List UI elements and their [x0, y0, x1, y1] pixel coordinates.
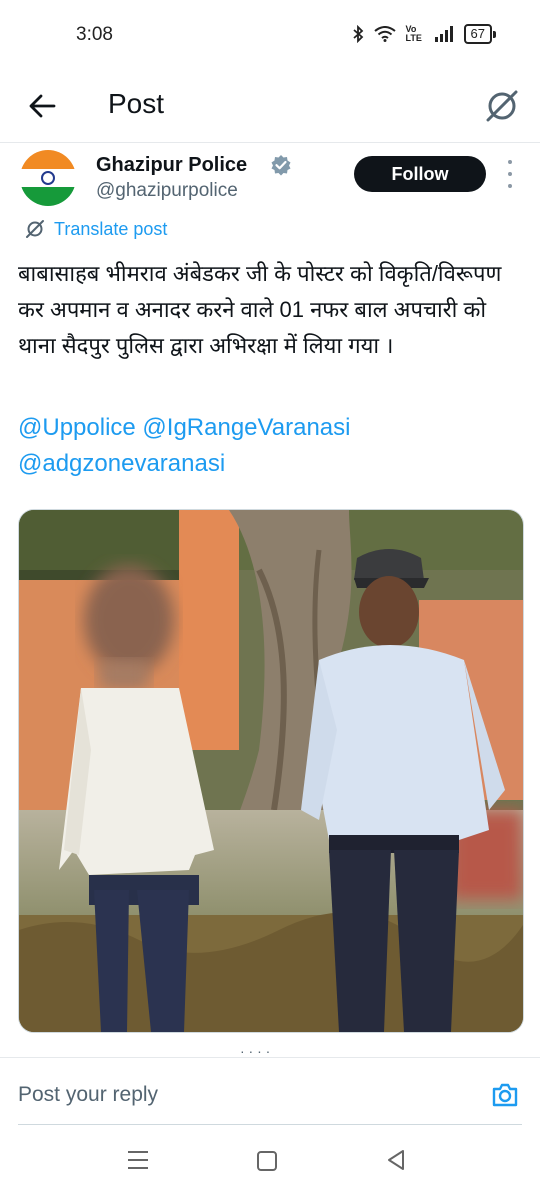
system-nav-bar [0, 1129, 540, 1199]
menu-line [128, 1159, 148, 1161]
grok-button[interactable] [482, 86, 522, 126]
arrow-left-icon [29, 94, 56, 118]
follow-button[interactable]: Follow [354, 156, 486, 192]
network-label: Vo LTE [405, 24, 422, 43]
more-dot [508, 184, 512, 188]
menu-icon [128, 1151, 148, 1153]
mention-link[interactable]: @IgRangeVaranasi [142, 414, 350, 441]
mention-link[interactable]: @Uppolice [18, 414, 136, 441]
signal-icon [434, 26, 453, 42]
flag-green [20, 187, 76, 206]
reply-divider [18, 1124, 522, 1125]
avatar[interactable] [20, 150, 76, 206]
translate-post-link[interactable]: Translate post [24, 218, 167, 240]
flag-white [20, 169, 76, 187]
status-time: 3:08 [76, 24, 113, 45]
reply-input[interactable] [18, 1078, 458, 1112]
verified-badge-icon [271, 155, 291, 176]
more-dot [508, 172, 512, 176]
author-row: Ghazipur Police @ghazipurpolice Follow [0, 150, 540, 220]
mention-link[interactable]: @adgzonevaranasi [18, 450, 225, 477]
recents-button[interactable] [128, 1151, 148, 1169]
grok-icon [486, 90, 518, 122]
home-button[interactable] [257, 1151, 277, 1171]
flag-saffron [20, 150, 76, 169]
camera-icon [492, 1083, 518, 1107]
photo-illustration [19, 510, 523, 1032]
more-options-button[interactable] [502, 160, 518, 188]
wifi-icon [373, 26, 396, 42]
post-mentions: @Uppolice @IgRangeVaranasi @adgzonevaran… [18, 410, 524, 482]
author-handle[interactable]: @ghazipurpolice [96, 180, 238, 202]
translate-icon [26, 220, 44, 238]
post-header: Post [0, 72, 540, 143]
chakra-icon [41, 171, 55, 185]
status-icons: Vo LTE 67 [352, 24, 496, 44]
menu-line [128, 1167, 148, 1169]
post-photo[interactable] [18, 509, 524, 1033]
battery-indicator: 67 [463, 24, 496, 44]
battery-level: 67 [463, 24, 492, 44]
translate-label: Translate post [54, 218, 168, 239]
status-bar: 3:08 Vo LTE 67 [0, 0, 540, 72]
reply-bar [0, 1057, 540, 1128]
author-name[interactable]: Ghazipur Police [96, 154, 247, 177]
page-title: Post [108, 88, 165, 119]
bluetooth-icon [352, 25, 363, 43]
nav-back-icon[interactable] [386, 1149, 406, 1171]
battery-tip [493, 30, 496, 38]
camera-button[interactable] [490, 1080, 520, 1110]
back-button[interactable] [24, 88, 60, 124]
more-vertical-icon [508, 160, 512, 164]
post-text: बाबासाहब भीमराव अंबेडकर जी के पोस्टर को … [18, 261, 502, 358]
